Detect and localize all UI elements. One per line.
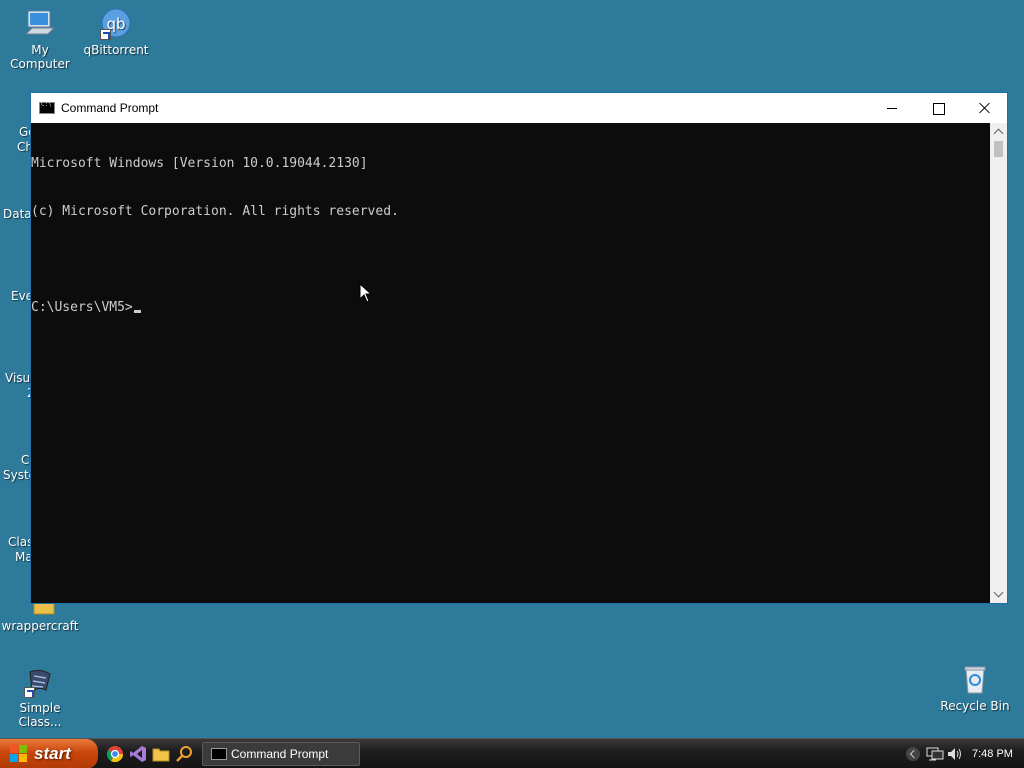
simple-class-icon xyxy=(24,666,56,698)
taskbar: start Command Prompt 7:48 PM xyxy=(0,738,1024,768)
volume-icon[interactable] xyxy=(946,746,962,762)
taskbar-button-label: Command Prompt xyxy=(231,747,329,761)
desktop-icon-simple-class[interactable]: Simple Class... xyxy=(0,666,80,729)
visual-studio-icon[interactable] xyxy=(129,745,147,763)
desktop-icon-qbittorrent[interactable]: qb qBittorrent xyxy=(76,8,156,57)
vertical-scrollbar[interactable] xyxy=(990,123,1007,603)
system-tray: 7:48 PM xyxy=(902,739,1024,768)
desktop-icon-label: Simple Class... xyxy=(18,701,62,729)
window-controls xyxy=(869,93,1007,123)
maximize-button[interactable] xyxy=(915,93,961,123)
mouse-pointer-icon xyxy=(359,283,373,303)
console-prompt-line: C:\Users\VM5> xyxy=(31,300,991,316)
desktop-icon-recycle-bin[interactable]: Recycle Bin xyxy=(935,664,1015,713)
desktop-icon-label: wrappercraft xyxy=(1,619,79,633)
shortcut-arrow-icon xyxy=(24,687,35,698)
command-prompt-icon[interactable] xyxy=(39,101,55,114)
shortcut-arrow-icon xyxy=(100,29,111,40)
console-line: Microsoft Windows [Version 10.0.19044.21… xyxy=(31,156,368,171)
computer-icon xyxy=(24,8,56,40)
network-icon[interactable] xyxy=(926,746,944,762)
console-line: (c) Microsoft Corporation. All rights re… xyxy=(31,204,399,219)
desktop-icon-my-computer[interactable]: My Computer xyxy=(0,8,80,71)
scrollbar-thumb[interactable] xyxy=(994,141,1003,157)
chrome-icon[interactable] xyxy=(106,745,124,763)
desktop-icon-label: My Computer xyxy=(10,43,70,71)
scroll-up-arrow-icon[interactable] xyxy=(990,123,1007,140)
title-bar[interactable]: Command Prompt xyxy=(31,93,1007,123)
taskbar-button-command-prompt[interactable]: Command Prompt xyxy=(202,742,360,766)
console-output[interactable]: Microsoft Windows [Version 10.0.19044.21… xyxy=(31,123,991,603)
recycle-bin-icon xyxy=(959,664,991,696)
minimize-button[interactable] xyxy=(869,93,915,123)
close-button[interactable] xyxy=(961,93,1007,123)
scroll-down-arrow-icon[interactable] xyxy=(990,586,1007,603)
start-label: start xyxy=(34,744,71,763)
command-prompt-icon xyxy=(211,748,227,760)
desktop-icon-label: qBittorrent xyxy=(83,43,149,57)
qbittorrent-icon: qb xyxy=(100,8,132,40)
search-icon[interactable] xyxy=(175,745,193,763)
file-explorer-icon[interactable] xyxy=(152,745,170,763)
clock[interactable]: 7:48 PM xyxy=(972,748,1013,760)
console-prompt: C:\Users\VM5> xyxy=(31,300,133,315)
windows-logo-icon xyxy=(10,745,28,763)
desktop-icon-label: Recycle Bin xyxy=(940,699,1010,713)
window-title: Command Prompt xyxy=(61,101,159,115)
show-hidden-icons-icon[interactable] xyxy=(906,747,920,761)
text-cursor xyxy=(133,310,141,313)
start-button[interactable]: start xyxy=(0,739,98,768)
command-prompt-window[interactable]: Command Prompt Microsoft Windows [Versio… xyxy=(30,92,1008,604)
